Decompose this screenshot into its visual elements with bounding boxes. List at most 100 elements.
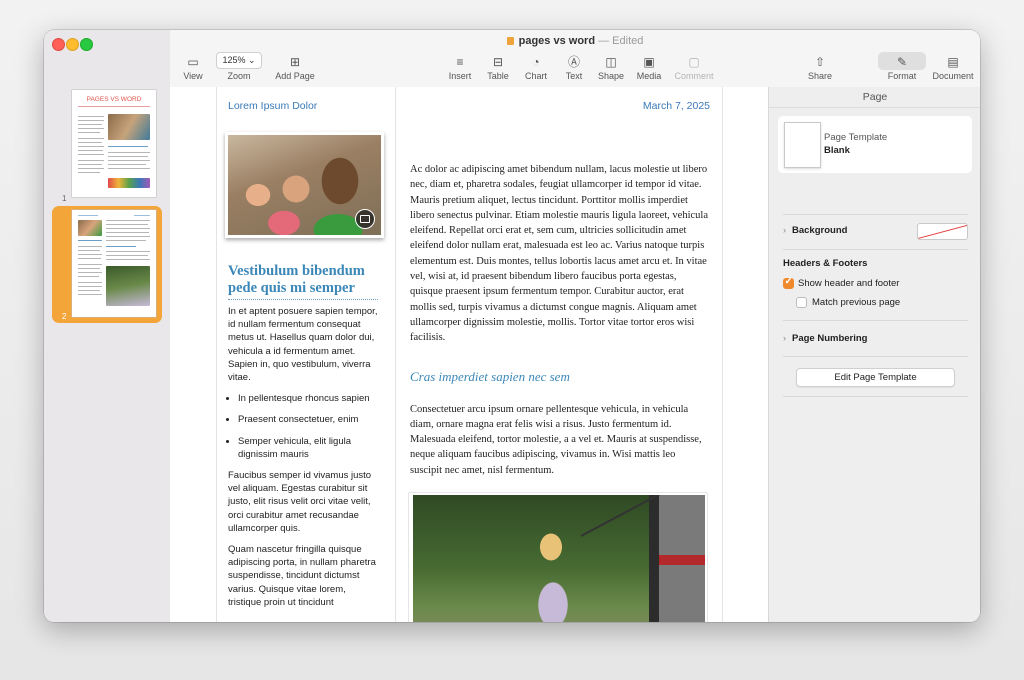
- bullet-item: Praesent consectetuer, enim: [238, 413, 380, 426]
- view-label: View: [183, 71, 203, 81]
- table-button[interactable]: ⊟ Table: [483, 54, 513, 81]
- paintbrush-icon: ✎: [896, 55, 908, 69]
- document-title: pages vs word: [518, 35, 596, 47]
- format-label: Format: [887, 71, 917, 81]
- document-canvas[interactable]: Lorem Ipsum Dolor March 7, 2025 Vestibul…: [170, 87, 768, 622]
- playground-photo-image: [413, 495, 705, 622]
- left-paragraph-3: Quam nascetur fringilla quisque adipisci…: [228, 544, 376, 608]
- shape-icon: ◫: [605, 55, 617, 69]
- toolbar: pages vs word — Edited ▭ View 125% ⌄ Zoo…: [170, 30, 980, 88]
- header-left-text[interactable]: Lorem Ipsum Dolor: [228, 100, 317, 112]
- bullet-list: In pellentesque rhoncus sapien Praesent …: [228, 392, 380, 461]
- right-column-text-2[interactable]: Consectetuer arcu ipsum ornare pellentes…: [410, 391, 710, 488]
- minimize-window-button[interactable]: [66, 38, 79, 51]
- column-guide: [395, 87, 396, 622]
- bullet-item: In pellentesque rhoncus sapien: [238, 392, 380, 405]
- page-thumbnail-preview: [72, 210, 156, 317]
- zoom-dropdown[interactable]: 125% ⌄: [216, 52, 262, 69]
- right-column-text[interactable]: Ac dolor ac adipiscing amet bibendum nul…: [410, 162, 710, 346]
- comment-button[interactable]: ▢ Comment: [671, 54, 717, 81]
- text-label: Text: [565, 71, 583, 81]
- right-column-subheading[interactable]: Cras imperdiet sapien nec sem: [410, 369, 710, 385]
- format-inspector: Page Page Template Blank › Background Hea…: [768, 87, 980, 622]
- close-window-button[interactable]: [52, 38, 65, 51]
- show-header-footer-label[interactable]: Show header and footer: [798, 278, 899, 289]
- red-beam: [659, 555, 705, 565]
- edit-page-template-button[interactable]: Edit Page Template: [796, 368, 955, 387]
- shape-button[interactable]: ◫ Shape: [595, 54, 627, 81]
- view-button[interactable]: ▭ View: [178, 54, 208, 81]
- shape-label: Shape: [597, 71, 625, 81]
- divider: [783, 249, 968, 250]
- page-thumbnail-1[interactable]: PAGES VS WORD 1: [52, 88, 162, 205]
- margin-guide-right: [722, 87, 723, 622]
- table-label: Table: [487, 71, 509, 81]
- add-page-icon: ⊞: [289, 55, 301, 69]
- playground-photo[interactable]: [409, 493, 707, 622]
- page-numbering-disclosure[interactable]: › Page Numbering: [783, 333, 868, 344]
- left-column-heading[interactable]: Vestibulum bibendum pede quis mi semper: [228, 263, 380, 297]
- zoom-value: 125%: [222, 55, 246, 65]
- share-button[interactable]: ⇧ Share: [804, 54, 836, 81]
- document-label: Document: [932, 71, 974, 81]
- replace-image-icon[interactable]: [355, 209, 375, 229]
- insert-button[interactable]: ≡ Insert: [445, 54, 475, 81]
- format-button[interactable]: ✎ Format: [882, 54, 922, 81]
- bullet-item: Semper vehicula, elit ligula dignissim m…: [238, 435, 380, 461]
- background-disclosure[interactable]: › Background: [783, 225, 847, 236]
- media-button[interactable]: ▣ Media: [633, 54, 665, 81]
- background-label: Background: [792, 225, 848, 236]
- divider: [783, 396, 968, 397]
- zoom-control[interactable]: 125% ⌄ Zoom: [214, 52, 264, 81]
- page-thumbnail-2-selected[interactable]: 2: [52, 206, 162, 323]
- heading-divider: [228, 299, 378, 300]
- match-previous-page-label[interactable]: Match previous page: [812, 297, 900, 308]
- add-page-button[interactable]: ⊞ Add Page: [270, 54, 320, 81]
- zoom-label: Zoom: [227, 71, 251, 81]
- template-page-icon: [784, 122, 821, 168]
- chart-label: Chart: [524, 71, 547, 81]
- share-label: Share: [807, 71, 833, 81]
- document-button[interactable]: ▤ Document: [928, 54, 978, 81]
- divider: [783, 214, 968, 215]
- text-button[interactable]: Ⓐ Text: [559, 54, 589, 81]
- header-date[interactable]: March 7, 2025: [643, 100, 710, 112]
- chevron-right-icon: ›: [783, 225, 786, 235]
- edited-status: Edited: [612, 35, 644, 47]
- left-column-text[interactable]: In et aptent posuere sapien tempor, id n…: [228, 305, 380, 617]
- page-template-name: Blank: [824, 145, 850, 156]
- page-thumbnail-sidebar: PAGES VS WORD 1 2: [44, 30, 171, 622]
- document-icon: ▤: [947, 55, 959, 69]
- comment-icon: ▢: [688, 55, 700, 69]
- page-numbering-label: Page Numbering: [792, 333, 868, 344]
- media-photo-icon: ▣: [643, 55, 655, 69]
- divider: [783, 356, 968, 357]
- pages-window: PAGES VS WORD 1 2 pages vs word — Edited…: [44, 30, 980, 622]
- chevron-right-icon: ›: [783, 333, 786, 343]
- page-number-label: 1: [62, 194, 67, 203]
- inspector-title: Page: [769, 87, 980, 108]
- swing-chain: [580, 495, 688, 537]
- background-color-well[interactable]: [917, 223, 968, 240]
- comment-label: Comment: [674, 71, 714, 81]
- classroom-photo[interactable]: [225, 132, 384, 238]
- left-paragraph-2: Faucibus semper id vivamus justo vel ali…: [228, 470, 372, 534]
- sidebar-toggle-icon: ▭: [187, 55, 199, 69]
- pages-document-icon: [506, 37, 514, 45]
- show-header-footer-checkbox[interactable]: [783, 276, 794, 289]
- desktop-background: PAGES VS WORD 1 2 pages vs word — Edited…: [0, 0, 1024, 680]
- headers-footers-heading: Headers & Footers: [783, 258, 868, 269]
- share-icon: ⇧: [814, 55, 826, 69]
- insert-icon: ≡: [456, 55, 464, 69]
- chart-button[interactable]: ◔ Chart: [520, 54, 552, 81]
- thumbnail-title: PAGES VS WORD: [86, 96, 142, 103]
- media-label: Media: [636, 71, 662, 81]
- left-paragraph-1: In et aptent posuere sapien tempor, id n…: [228, 306, 378, 384]
- window-title-bar: pages vs word — Edited: [170, 35, 980, 47]
- chart-icon: ◔: [532, 55, 540, 69]
- classroom-photo-image: [228, 135, 381, 235]
- fullscreen-window-button[interactable]: [80, 38, 93, 51]
- page-template-card[interactable]: Page Template Blank: [778, 116, 972, 173]
- add-page-label: Add Page: [275, 71, 315, 81]
- match-previous-page-checkbox[interactable]: [796, 297, 807, 308]
